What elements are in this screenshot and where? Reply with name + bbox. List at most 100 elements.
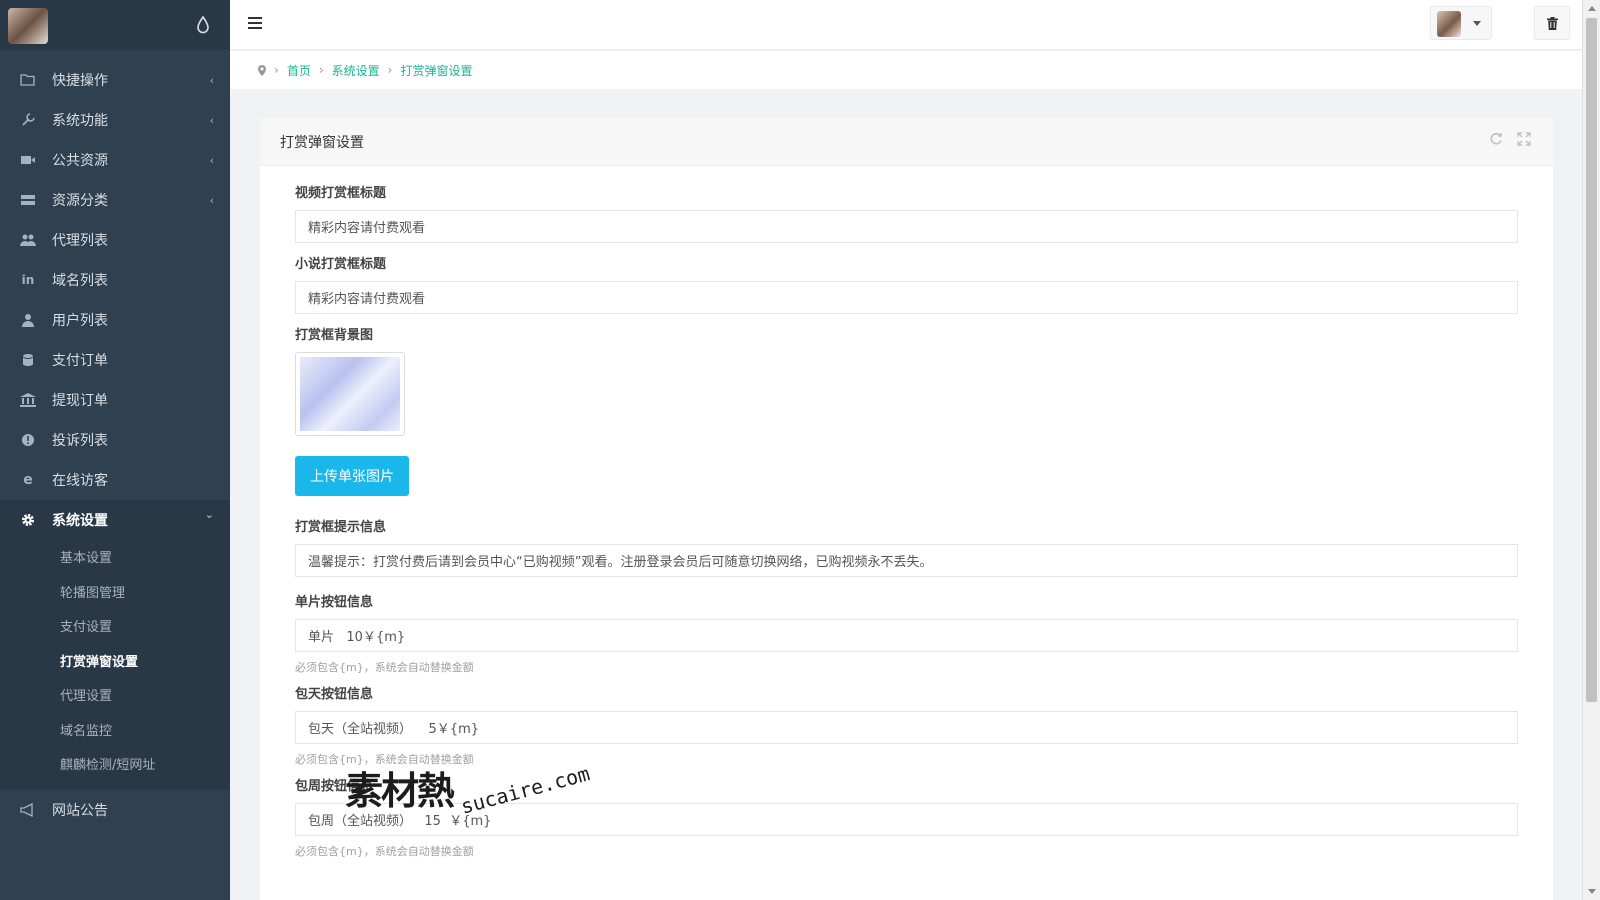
page-scrollbar[interactable] <box>1582 0 1600 900</box>
sidebar-item-online-visitors[interactable]: e 在线访客 <box>0 460 230 500</box>
sidebar-item-user-list[interactable]: 用户列表 <box>0 300 230 340</box>
sidebar-item-withdraw-orders[interactable]: 提现订单 <box>0 380 230 420</box>
sidebar-item-label: 公共资源 <box>52 153 108 169</box>
field-novel-title: 小说打赏框标题 <box>295 257 1518 314</box>
field-label: 打赏框背景图 <box>295 328 374 343</box>
breadcrumb-separator: › <box>387 63 393 77</box>
settings-panel: 打赏弹窗设置 视频打赏框标题 小说打赏框标题 打赏框背景图 上传单张图片 打赏框… <box>260 118 1553 900</box>
panel-title: 打赏弹窗设置 <box>280 134 364 151</box>
daily-button-input[interactable] <box>295 711 1518 744</box>
chevron-left-icon: ‹ <box>209 74 214 87</box>
sidebar-item-label: 用户列表 <box>52 313 108 329</box>
submenu-item-domain-monitor[interactable]: 域名监控 <box>0 715 230 750</box>
submenu-item-agent[interactable]: 代理设置 <box>0 680 230 715</box>
theme-drop-icon[interactable] <box>196 16 210 34</box>
bg-image <box>300 357 400 431</box>
hamburger-menu-icon[interactable] <box>248 17 262 29</box>
sidebar-item-label: 域名列表 <box>52 273 108 289</box>
field-label: 打赏框提示信息 <box>295 520 387 535</box>
tip-input[interactable] <box>295 544 1518 577</box>
ie-icon: e <box>23 472 33 488</box>
breadcrumb-home[interactable]: 首页 <box>287 62 311 79</box>
field-label: 视频打赏框标题 <box>295 186 387 201</box>
field-video-title: 视频打赏框标题 <box>295 186 1518 243</box>
scroll-thumb[interactable] <box>1586 18 1597 702</box>
chevron-down-icon: ⌄ <box>204 508 214 521</box>
sidebar-item-label: 系统设置 <box>52 513 108 529</box>
single-button-input[interactable] <box>295 619 1518 652</box>
sidebar-submenu-wrapper: 基本设置 轮播图管理 支付设置 打赏弹窗设置 代理设置 域名监控 麒麟检测/短网… <box>0 540 230 790</box>
field-tip: 打赏框提示信息 <box>295 520 1518 577</box>
help-text: 必须包含{m}，系统会自动替换金额 <box>295 753 474 766</box>
breadcrumb-current[interactable]: 打赏弹窗设置 <box>400 62 472 79</box>
field-label: 包周按钮信息 <box>295 779 374 794</box>
field-daily: 包天按钮信息 必须包含{m}，系统会自动替换金额 <box>295 687 1518 766</box>
sidebar-item-public-resources[interactable]: 公共资源 ‹ <box>0 140 230 180</box>
panel-body: 视频打赏框标题 小说打赏框标题 打赏框背景图 上传单张图片 打赏框提示信息 单片… <box>260 166 1553 858</box>
sidebar-item-label: 网站公告 <box>52 802 108 819</box>
breadcrumb: › 首页 › 系统设置 › 打赏弹窗设置 <box>230 51 1582 89</box>
field-label: 小说打赏框标题 <box>295 257 387 272</box>
weekly-button-input[interactable] <box>295 803 1518 836</box>
avatar <box>1437 11 1461 37</box>
sidebar-item-system-functions[interactable]: 系统功能 ‹ <box>0 100 230 140</box>
map-marker-icon <box>258 64 266 76</box>
field-label: 包天按钮信息 <box>295 687 374 702</box>
panel-tools <box>1489 132 1531 146</box>
help-text: 必须包含{m}，系统会自动替换金额 <box>295 845 474 858</box>
submenu-item-reward-popup[interactable]: 打赏弹窗设置 <box>0 646 230 681</box>
sidebar-item-agent-list[interactable]: 代理列表 <box>0 220 230 260</box>
wrench-icon <box>20 112 36 128</box>
submenu-item-basic[interactable]: 基本设置 <box>0 542 230 577</box>
refresh-icon[interactable] <box>1489 132 1503 146</box>
users-icon <box>20 232 36 248</box>
caret-down-icon <box>1473 21 1481 26</box>
sidebar-item-label: 快捷操作 <box>52 73 108 89</box>
video-title-input[interactable] <box>295 210 1518 243</box>
user-menu-button[interactable] <box>1430 6 1492 40</box>
scroll-up-arrow-icon[interactable] <box>1588 6 1596 11</box>
breadcrumb-separator: › <box>318 63 324 77</box>
breadcrumb-separator: › <box>274 63 279 77</box>
video-icon <box>20 152 36 168</box>
database-icon <box>20 352 36 368</box>
bank-icon <box>20 392 36 408</box>
chevron-left-icon: ‹ <box>209 114 214 127</box>
user-icon <box>20 312 36 328</box>
novel-title-input[interactable] <box>295 281 1518 314</box>
sidebar-item-label: 投诉列表 <box>52 433 108 449</box>
bg-image-preview[interactable] <box>295 352 405 436</box>
field-label: 单片按钮信息 <box>295 595 374 610</box>
info-icon <box>20 432 36 448</box>
sidebar-item-label: 支付订单 <box>52 353 108 369</box>
sidebar: 快捷操作 ‹ 系统功能 ‹ 公共资源 ‹ 资源分类 ‹ 代理列表 in 域名列表 <box>0 0 230 900</box>
sidebar-item-system-settings[interactable]: 系统设置 ⌄ <box>0 500 230 540</box>
field-bg-image: 打赏框背景图 上传单张图片 <box>295 328 1518 520</box>
submenu-item-payment[interactable]: 支付设置 <box>0 611 230 646</box>
gear-icon <box>20 512 36 528</box>
sidebar-item-label: 资源分类 <box>52 193 108 209</box>
upload-image-button[interactable]: 上传单张图片 <box>295 456 409 496</box>
sidebar-header <box>0 0 230 50</box>
list-icon <box>20 192 36 208</box>
sidebar-item-label: 在线访客 <box>52 473 108 489</box>
clear-cache-button[interactable] <box>1534 6 1570 40</box>
sidebar-item-site-notice[interactable]: 网站公告 <box>0 790 230 830</box>
chevron-left-icon: ‹ <box>209 154 214 167</box>
sidebar-item-quick-actions[interactable]: 快捷操作 ‹ <box>0 60 230 100</box>
sidebar-item-resource-categories[interactable]: 资源分类 ‹ <box>0 180 230 220</box>
sidebar-item-complaint-list[interactable]: 投诉列表 <box>0 420 230 460</box>
topbar <box>230 0 1582 50</box>
scroll-down-arrow-icon[interactable] <box>1588 889 1596 894</box>
fullscreen-icon[interactable] <box>1517 132 1531 146</box>
sidebar-submenu: 基本设置 轮播图管理 支付设置 打赏弹窗设置 代理设置 域名监控 麒麟检测/短网… <box>0 540 230 790</box>
sidebar-item-domain-list[interactable]: in 域名列表 <box>0 260 230 300</box>
sidebar-item-payment-orders[interactable]: 支付订单 <box>0 340 230 380</box>
help-text: 必须包含{m}，系统会自动替换金额 <box>295 661 474 674</box>
breadcrumb-system-settings[interactable]: 系统设置 <box>332 62 380 79</box>
submenu-item-qilin-detect[interactable]: 麒麟检测/短网址 <box>0 749 230 784</box>
field-single: 单片按钮信息 必须包含{m}，系统会自动替换金额 <box>295 595 1518 674</box>
logo-avatar <box>8 8 48 44</box>
folder-icon <box>20 72 36 88</box>
submenu-item-carousel[interactable]: 轮播图管理 <box>0 577 230 612</box>
